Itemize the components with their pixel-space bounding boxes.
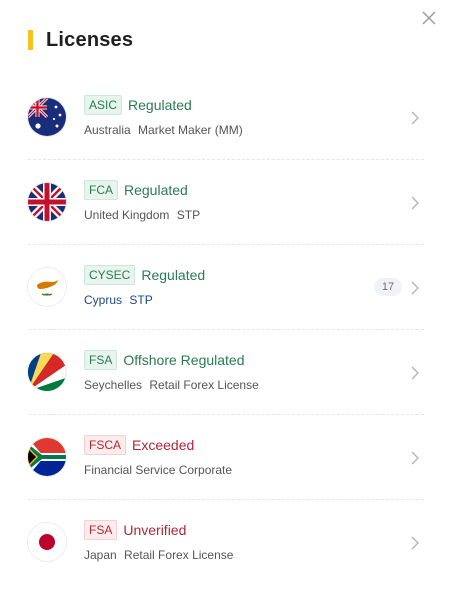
australia-flag-icon — [28, 98, 66, 136]
seychelles-flag-icon — [28, 353, 66, 391]
panel-title: Licenses — [46, 28, 134, 51]
license-country: United Kingdom — [84, 208, 170, 222]
regulator-badge: FSA — [84, 350, 118, 370]
license-badge-row: FSCA Exceeded — [84, 435, 194, 455]
license-description: Japan Retail Forex License — [84, 548, 233, 562]
license-description: Financial Service Corporate — [84, 463, 232, 477]
license-country: Japan — [84, 548, 117, 562]
license-description: Australia Market Maker (MM) — [84, 123, 243, 137]
license-item-united-kingdom[interactable]: FCA Regulated United Kingdom STP — [28, 160, 424, 245]
close-icon[interactable] — [421, 10, 437, 26]
japan-flag-icon — [28, 523, 66, 561]
panel-header: Licenses — [28, 28, 133, 52]
chevron-right-icon — [411, 111, 419, 125]
license-country: Seychelles — [84, 378, 143, 392]
license-status: Regulated — [141, 267, 206, 283]
chevron-right-icon — [411, 536, 419, 550]
south-africa-flag-icon — [28, 438, 66, 476]
license-country: Australia — [84, 123, 131, 137]
chevron-right-icon — [411, 451, 419, 465]
united-kingdom-flag-icon — [28, 183, 66, 221]
license-badge-row: ASIC Regulated — [84, 95, 192, 115]
license-list: ASIC Regulated Australia Market Maker (M… — [28, 75, 424, 585]
regulator-badge: CYSEC — [84, 265, 136, 285]
license-country: Financial Service Corporate — [84, 463, 233, 477]
license-badge-row: CYSEC Regulated — [84, 265, 205, 285]
license-item-japan[interactable]: FSA Unverified Japan Retail Forex Licens… — [28, 500, 424, 585]
chevron-right-icon — [411, 366, 419, 380]
license-description[interactable]: Cyprus STP — [84, 293, 153, 307]
license-type: Market Maker (MM) — [138, 123, 243, 137]
regulator-badge: FCA — [84, 180, 118, 200]
license-description: United Kingdom STP — [84, 208, 200, 222]
license-badge-row: FSA Unverified — [84, 520, 186, 540]
license-status: Offshore Regulated — [123, 352, 245, 368]
license-status: Exceeded — [132, 437, 195, 453]
chevron-right-icon — [411, 281, 419, 295]
license-item-seychelles[interactable]: FSA Offshore Regulated Seychelles Retail… — [28, 330, 424, 415]
license-item-cyprus[interactable]: CYSEC Regulated Cyprus STP 17 — [28, 245, 424, 330]
license-item-south-africa[interactable]: FSCA Exceeded Financial Service Corporat… — [28, 415, 424, 500]
license-item-australia[interactable]: ASIC Regulated Australia Market Maker (M… — [28, 75, 424, 160]
accent-bar — [28, 30, 33, 50]
license-type: STP — [176, 208, 201, 222]
count-badge: 17 — [374, 278, 402, 296]
license-badge-row: FCA Regulated — [84, 180, 188, 200]
license-status: Regulated — [128, 97, 192, 113]
license-badge-row: FSA Offshore Regulated — [84, 350, 245, 370]
license-status: Unverified — [123, 522, 187, 538]
cyprus-flag-icon — [28, 268, 66, 306]
license-country: Cyprus — [84, 293, 123, 307]
regulator-badge: FSA — [84, 520, 118, 540]
license-type: Retail Forex License — [149, 378, 259, 392]
licenses-panel: Licenses ASIC Regulated Australia Market… — [0, 0, 452, 607]
license-description: Seychelles Retail Forex License — [84, 378, 259, 392]
license-type: STP — [129, 293, 153, 307]
license-status: Regulated — [124, 182, 188, 198]
chevron-right-icon — [411, 196, 419, 210]
license-type: Retail Forex License — [124, 548, 234, 562]
regulator-badge: FSCA — [84, 435, 127, 455]
regulator-badge: ASIC — [84, 95, 123, 115]
